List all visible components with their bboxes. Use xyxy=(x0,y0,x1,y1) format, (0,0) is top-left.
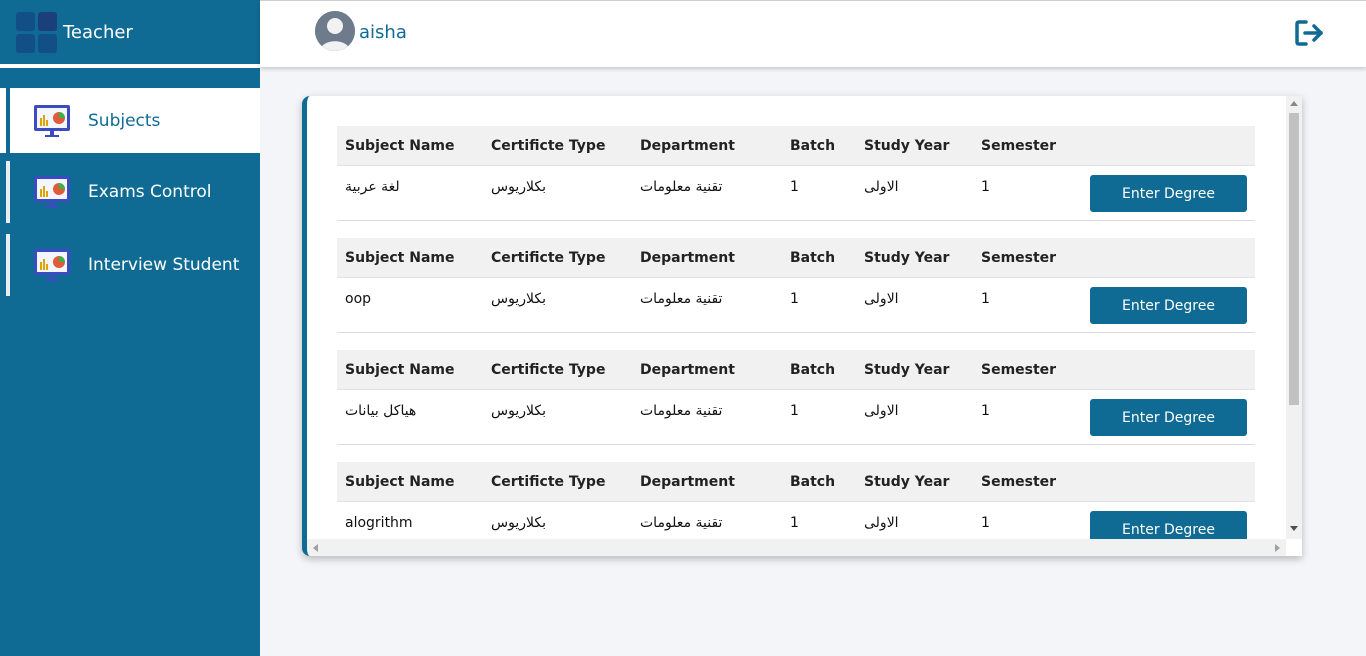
sidebar-item-label: Subjects xyxy=(88,110,161,131)
column-header: Subject Name xyxy=(345,362,455,378)
batch: 1 xyxy=(790,291,799,307)
dashboard-logo-icon xyxy=(16,11,57,53)
table-row: alogrithm بكلاريوس تقنية معلومات 1 الاول… xyxy=(337,502,1255,539)
column-header: Department xyxy=(640,138,735,154)
study-year: الاولى xyxy=(864,403,899,419)
sidebar-item-interview-student[interactable]: Interview Student xyxy=(0,234,260,296)
presentation-chart-icon xyxy=(34,176,70,208)
sidebar-item-label: Interview Student xyxy=(88,255,240,275)
table-header: Subject Name Certificte Type Department … xyxy=(337,126,1255,166)
table-row: oop بكلاريوس تقنية معلومات 1 الاولى 1 En… xyxy=(337,278,1255,333)
subject-name: لغة عربية xyxy=(345,179,400,195)
certificate-type: بكلاريوس xyxy=(491,291,546,307)
presentation-chart-icon xyxy=(34,249,70,281)
scrollbar-thumb[interactable] xyxy=(1289,113,1299,405)
study-year: الاولى xyxy=(864,515,899,531)
column-header: Study Year xyxy=(864,474,950,490)
batch: 1 xyxy=(790,515,799,531)
column-header: Batch xyxy=(790,138,836,154)
subjects-card: Subject Name Certificte Type Department … xyxy=(302,96,1302,556)
enter-degree-button[interactable]: Enter Degree xyxy=(1090,511,1247,539)
column-header: Semester xyxy=(981,474,1057,490)
brand: Teacher xyxy=(0,0,260,64)
subject-table: Subject Name Certificte Type Department … xyxy=(337,238,1255,333)
department: تقنية معلومات xyxy=(640,403,723,419)
column-header: Subject Name xyxy=(345,250,455,266)
table-row: لغة عربية بكلاريوس تقنية معلومات 1 الاول… xyxy=(337,166,1255,221)
scroll-down-arrow-icon[interactable] xyxy=(1290,526,1298,531)
table-header: Subject Name Certificte Type Department … xyxy=(337,462,1255,502)
certificate-type: بكلاريوس xyxy=(491,515,546,531)
certificate-type: بكلاريوس xyxy=(491,179,546,195)
scroll-up-arrow-icon[interactable] xyxy=(1290,101,1298,106)
subject-table: Subject Name Certificte Type Department … xyxy=(337,126,1255,221)
enter-degree-button[interactable]: Enter Degree xyxy=(1090,399,1247,436)
scroll-right-arrow-icon[interactable] xyxy=(1275,544,1280,552)
certificate-type: بكلاريوس xyxy=(491,403,546,419)
sidebar-item-label: Exams Control xyxy=(88,182,212,202)
column-header: Certificte Type xyxy=(491,362,606,378)
column-header: Batch xyxy=(790,250,836,266)
horizontal-scrollbar[interactable] xyxy=(307,539,1286,556)
column-header: Study Year xyxy=(864,138,950,154)
brand-title: Teacher xyxy=(63,21,133,43)
topbar: aisha xyxy=(260,0,1366,67)
column-header: Semester xyxy=(981,250,1057,266)
column-header: Certificte Type xyxy=(491,250,606,266)
column-header: Department xyxy=(640,250,735,266)
column-header: Subject Name xyxy=(345,474,455,490)
subject-name: alogrithm xyxy=(345,515,413,531)
subject-name: هياكل بيانات xyxy=(345,403,417,419)
table-header: Subject Name Certificte Type Department … xyxy=(337,238,1255,278)
column-header: Department xyxy=(640,474,735,490)
subject-table: Subject Name Certificte Type Department … xyxy=(337,350,1255,445)
sidebar-item-exams-control[interactable]: Exams Control xyxy=(0,161,260,223)
batch: 1 xyxy=(790,403,799,419)
column-header: Certificte Type xyxy=(491,474,606,490)
subject-table: Subject Name Certificte Type Department … xyxy=(337,462,1255,539)
column-header: Certificte Type xyxy=(491,138,606,154)
department: تقنية معلومات xyxy=(640,515,723,531)
semester: 1 xyxy=(981,403,990,419)
semester: 1 xyxy=(981,515,990,531)
column-header: Batch xyxy=(790,474,836,490)
batch: 1 xyxy=(790,179,799,195)
enter-degree-button[interactable]: Enter Degree xyxy=(1090,287,1247,324)
column-header: Batch xyxy=(790,362,836,378)
semester: 1 xyxy=(981,179,990,195)
department: تقنية معلومات xyxy=(640,291,723,307)
study-year: الاولى xyxy=(864,291,899,307)
vertical-scrollbar[interactable] xyxy=(1286,96,1302,539)
study-year: الاولى xyxy=(864,179,899,195)
avatar[interactable] xyxy=(315,11,355,51)
table-header: Subject Name Certificte Type Department … xyxy=(337,350,1255,390)
semester: 1 xyxy=(981,291,990,307)
column-header: Study Year xyxy=(864,362,950,378)
column-header: Study Year xyxy=(864,250,950,266)
subject-name: oop xyxy=(345,291,372,307)
department: تقنية معلومات xyxy=(640,179,723,195)
column-header: Semester xyxy=(981,138,1057,154)
username: aisha xyxy=(359,22,407,43)
sidebar: Teacher Subjects Exams Control Interview… xyxy=(0,0,260,656)
presentation-chart-icon xyxy=(34,104,70,137)
subjects-list[interactable]: Subject Name Certificte Type Department … xyxy=(307,96,1286,539)
column-header: Semester xyxy=(981,362,1057,378)
logout-icon[interactable] xyxy=(1294,19,1326,47)
column-header: Subject Name xyxy=(345,138,455,154)
sidebar-item-subjects[interactable]: Subjects xyxy=(0,88,260,153)
column-header: Department xyxy=(640,362,735,378)
enter-degree-button[interactable]: Enter Degree xyxy=(1090,175,1247,212)
scroll-left-arrow-icon[interactable] xyxy=(313,544,318,552)
user-icon xyxy=(315,11,355,51)
table-row: هياكل بيانات بكلاريوس تقنية معلومات 1 ال… xyxy=(337,390,1255,445)
